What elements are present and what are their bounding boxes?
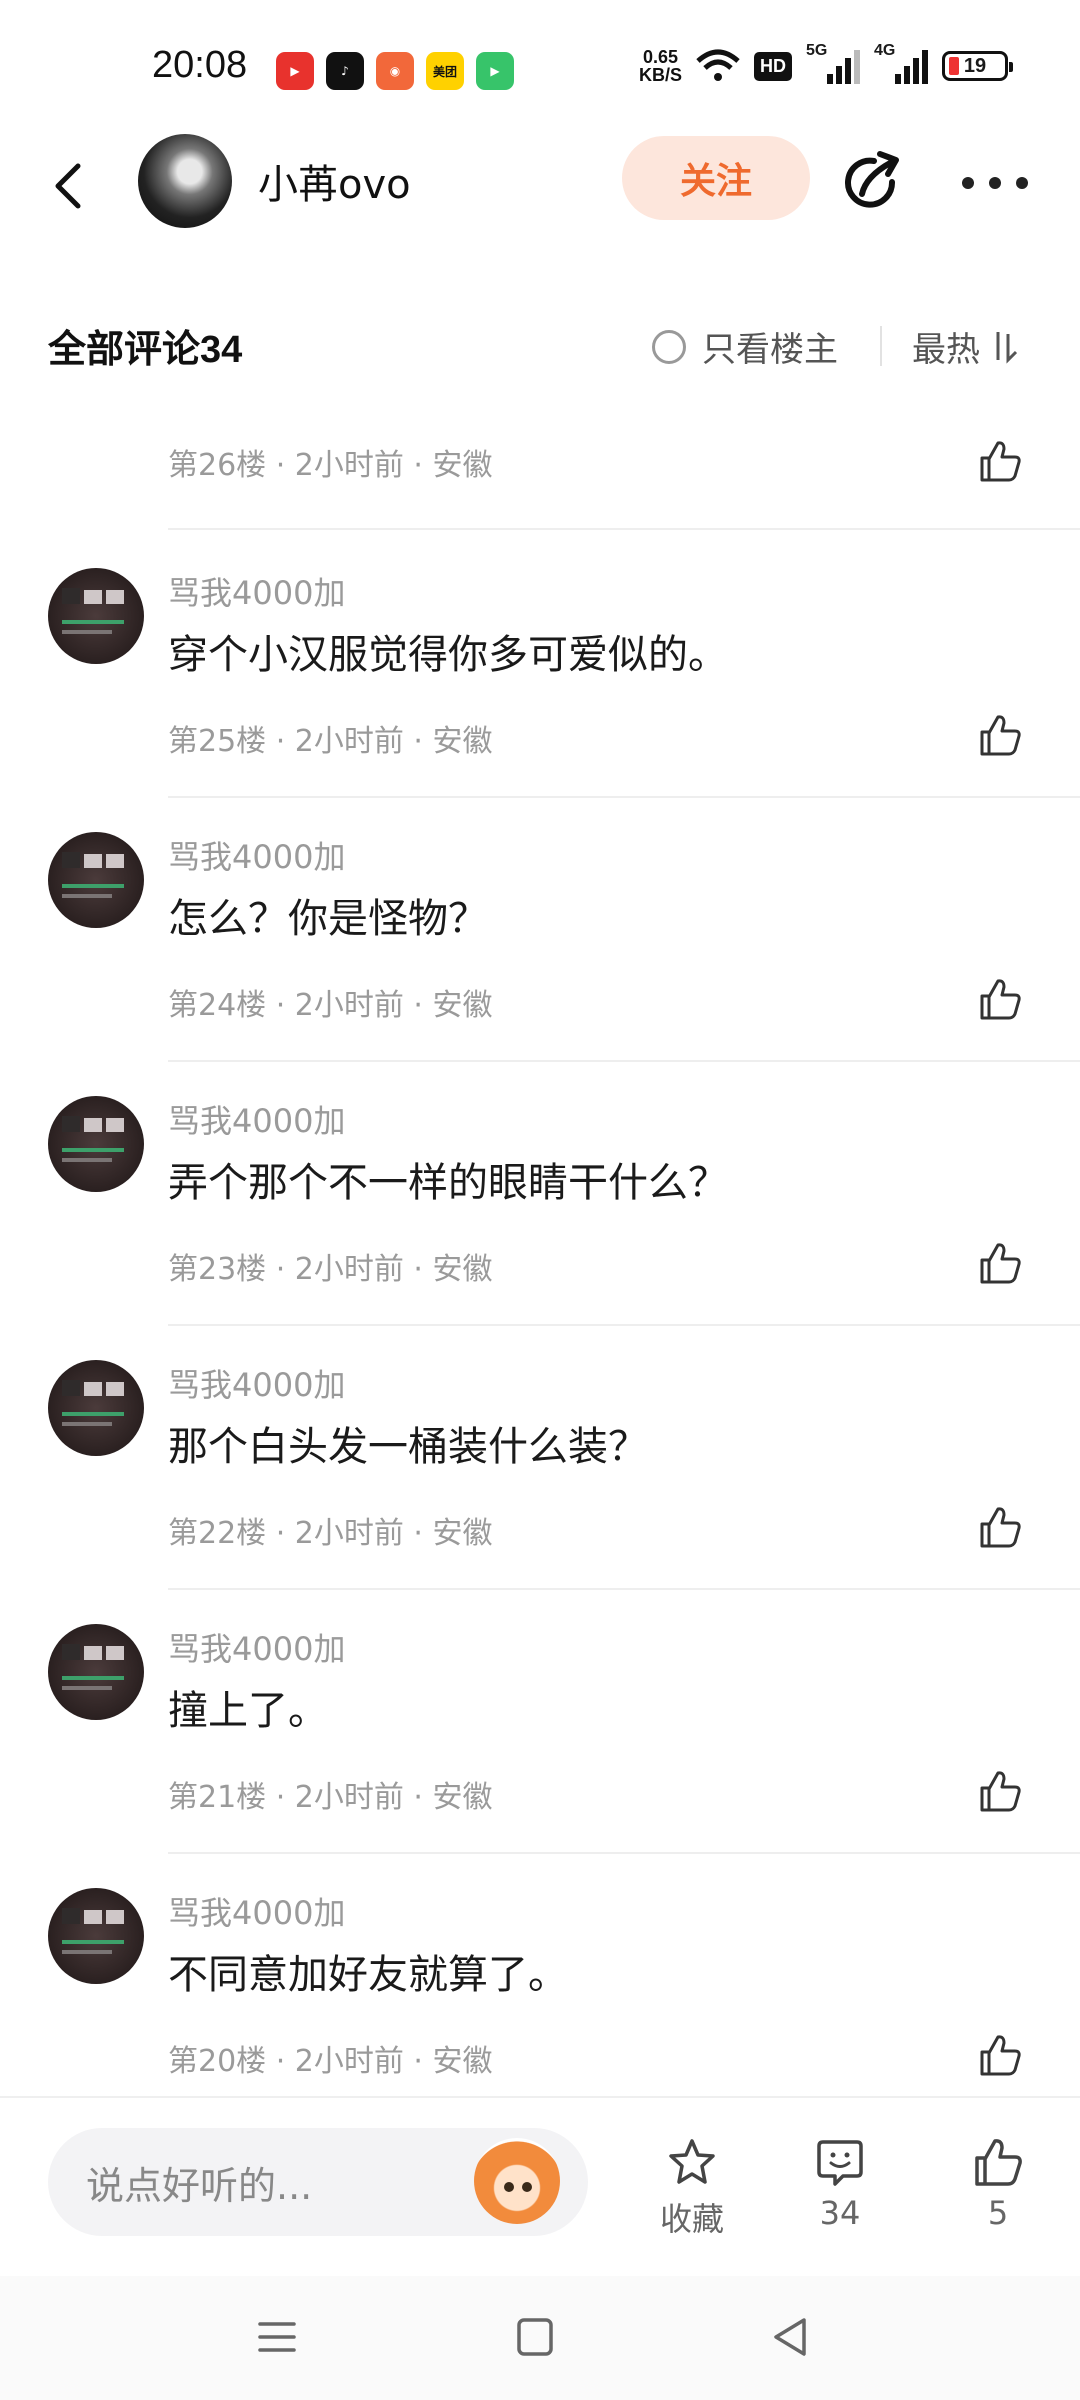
comment-bubble-icon xyxy=(817,2140,863,2186)
comment-text: 那个白头发一桶装什么装？ xyxy=(168,1424,648,1470)
back-nav-icon[interactable] xyxy=(766,2314,816,2360)
post-header: 小苒ovo 关注 xyxy=(0,120,1080,240)
radio-icon[interactable] xyxy=(652,329,686,364)
separator xyxy=(168,1060,1080,1062)
separator xyxy=(168,1588,1080,1590)
star-icon xyxy=(669,2139,715,2184)
comments-header: 全部评论34 只看楼主 最热 xyxy=(0,300,1080,390)
divider xyxy=(880,326,882,366)
comment-text: 怎么？你是怪物？ xyxy=(168,896,488,942)
author-avatar[interactable] xyxy=(138,134,232,228)
game-app-icon: ◉ xyxy=(376,52,414,90)
mascot-emoji-icon[interactable] xyxy=(474,2138,560,2224)
comment-item[interactable]: 骂我4000加怎么？你是怪物？ 第24楼 · 2小时前 · 安徽 xyxy=(0,832,1080,1096)
status-bar: 20:08 ▶ ♪ ◉ 美团 ▶ 0.65 KB/S HD 5G 4G 19 xyxy=(0,0,1080,120)
like-post-button[interactable]: 5 xyxy=(948,2136,1048,2232)
comment-meta: 第23楼 · 2小时前 · 安徽 xyxy=(168,1252,493,1287)
like-icon[interactable] xyxy=(976,1240,1024,1288)
separator xyxy=(168,528,1080,530)
comment-item[interactable]: 骂我4000加弄个那个不一样的眼睛干什么？ 第23楼 · 2小时前 · 安徽 xyxy=(0,1096,1080,1360)
commenter-name[interactable]: 骂我4000加 xyxy=(168,832,345,878)
video-player-icon: ▶ xyxy=(476,52,514,90)
comment-meta: 第20楼 · 2小时前 · 安徽 xyxy=(168,2044,493,2079)
separator xyxy=(168,1852,1080,1854)
sort-icon xyxy=(996,331,1018,364)
wifi-icon xyxy=(696,49,740,81)
only-op-toggle[interactable]: 只看楼主 xyxy=(652,322,838,371)
commenter-avatar[interactable] xyxy=(48,568,144,664)
follow-button[interactable]: 关注 xyxy=(622,136,810,220)
like-icon[interactable] xyxy=(976,1768,1024,1816)
hd-badge: HD xyxy=(754,51,792,81)
status-right: 0.65 KB/S HD 5G 4G 19 xyxy=(638,42,1013,85)
comment-meta: 第24楼 · 2小时前 · 安徽 xyxy=(168,988,493,1023)
comment-meta: 第26楼 · 2小时前 · 安徽 xyxy=(168,448,493,483)
commenter-name[interactable]: 骂我4000加 xyxy=(168,1624,345,1670)
comment-text: 弄个那个不一样的眼睛干什么？ xyxy=(168,1160,728,1206)
system-nav-bar xyxy=(0,2276,1080,2400)
tiktok-icon: ♪ xyxy=(326,52,364,90)
commenter-avatar[interactable] xyxy=(48,1888,144,1984)
thumbs-up-icon xyxy=(975,2139,1022,2186)
video-app-icon: ▶ xyxy=(276,52,314,90)
author-name[interactable]: 小苒ovo xyxy=(258,152,411,210)
back-icon[interactable] xyxy=(40,156,100,216)
like-icon[interactable] xyxy=(976,712,1024,760)
comment-item[interactable]: 骂我4000加 撞上了。第21楼 · 2小时前 · 安徽 xyxy=(0,1624,1080,1888)
more-icon[interactable] xyxy=(962,170,1028,196)
signal-5g: 5G xyxy=(806,42,860,84)
comment-item[interactable]: 骂我4000加穿个小汉服觉得你多可爱似的。第25楼 · 2小时前 · 安徽 xyxy=(0,568,1080,832)
commenter-avatar[interactable] xyxy=(48,1624,144,1720)
net-speed: 0.65 KB/S xyxy=(638,47,682,85)
menu-icon[interactable] xyxy=(252,2314,302,2360)
comments-title: 全部评论34 xyxy=(48,327,243,371)
like-icon[interactable] xyxy=(976,1504,1024,1552)
comment-item[interactable]: 骂我4000加那个白头发一桶装什么装？ 第22楼 · 2小时前 · 安徽 xyxy=(0,1360,1080,1624)
like-icon[interactable] xyxy=(976,976,1024,1024)
comment-meta: 第22楼 · 2小时前 · 安徽 xyxy=(168,1516,493,1551)
separator xyxy=(168,1324,1080,1326)
comment-text: 不同意加好友就算了。 xyxy=(168,1952,568,1998)
sort-selector[interactable]: 最热 xyxy=(912,322,1020,371)
status-app-icons: ▶ ♪ ◉ 美团 ▶ xyxy=(276,52,514,90)
signal-4g: 4G xyxy=(874,42,928,84)
favorite-button[interactable]: 收藏 xyxy=(642,2136,742,2240)
commenter-avatar[interactable] xyxy=(48,1096,144,1192)
commenter-name[interactable]: 骂我4000加 xyxy=(168,1888,345,1934)
meituan-icon: 美团 xyxy=(426,52,464,90)
home-icon[interactable] xyxy=(510,2314,560,2360)
comments-button[interactable]: 34 xyxy=(790,2136,890,2232)
like-icon[interactable] xyxy=(976,2032,1024,2080)
share-icon[interactable] xyxy=(840,150,906,216)
commenter-name[interactable]: 骂我4000加 xyxy=(168,1096,345,1142)
commenter-avatar[interactable] xyxy=(48,832,144,928)
status-time: 20:08 xyxy=(152,44,248,86)
comment-text: 撞上了。 xyxy=(168,1688,328,1734)
commenter-name[interactable]: 骂我4000加 xyxy=(168,568,345,614)
comment-text: 穿个小汉服觉得你多可爱似的。 xyxy=(168,632,728,678)
commenter-name[interactable]: 骂我4000加 xyxy=(168,1360,345,1406)
battery-icon: 19 xyxy=(942,51,1013,81)
comment-meta: 第21楼 · 2小时前 · 安徽 xyxy=(168,1780,493,1815)
like-icon[interactable] xyxy=(976,438,1024,486)
bottom-action-bar: 说点好听的... 收藏 34 5 xyxy=(0,2096,1080,2276)
separator xyxy=(168,796,1080,798)
signal-bars-icon xyxy=(895,50,928,84)
commenter-avatar[interactable] xyxy=(48,1360,144,1456)
signal-bars-icon xyxy=(827,50,860,84)
comment-meta: 第25楼 · 2小时前 · 安徽 xyxy=(168,724,493,759)
